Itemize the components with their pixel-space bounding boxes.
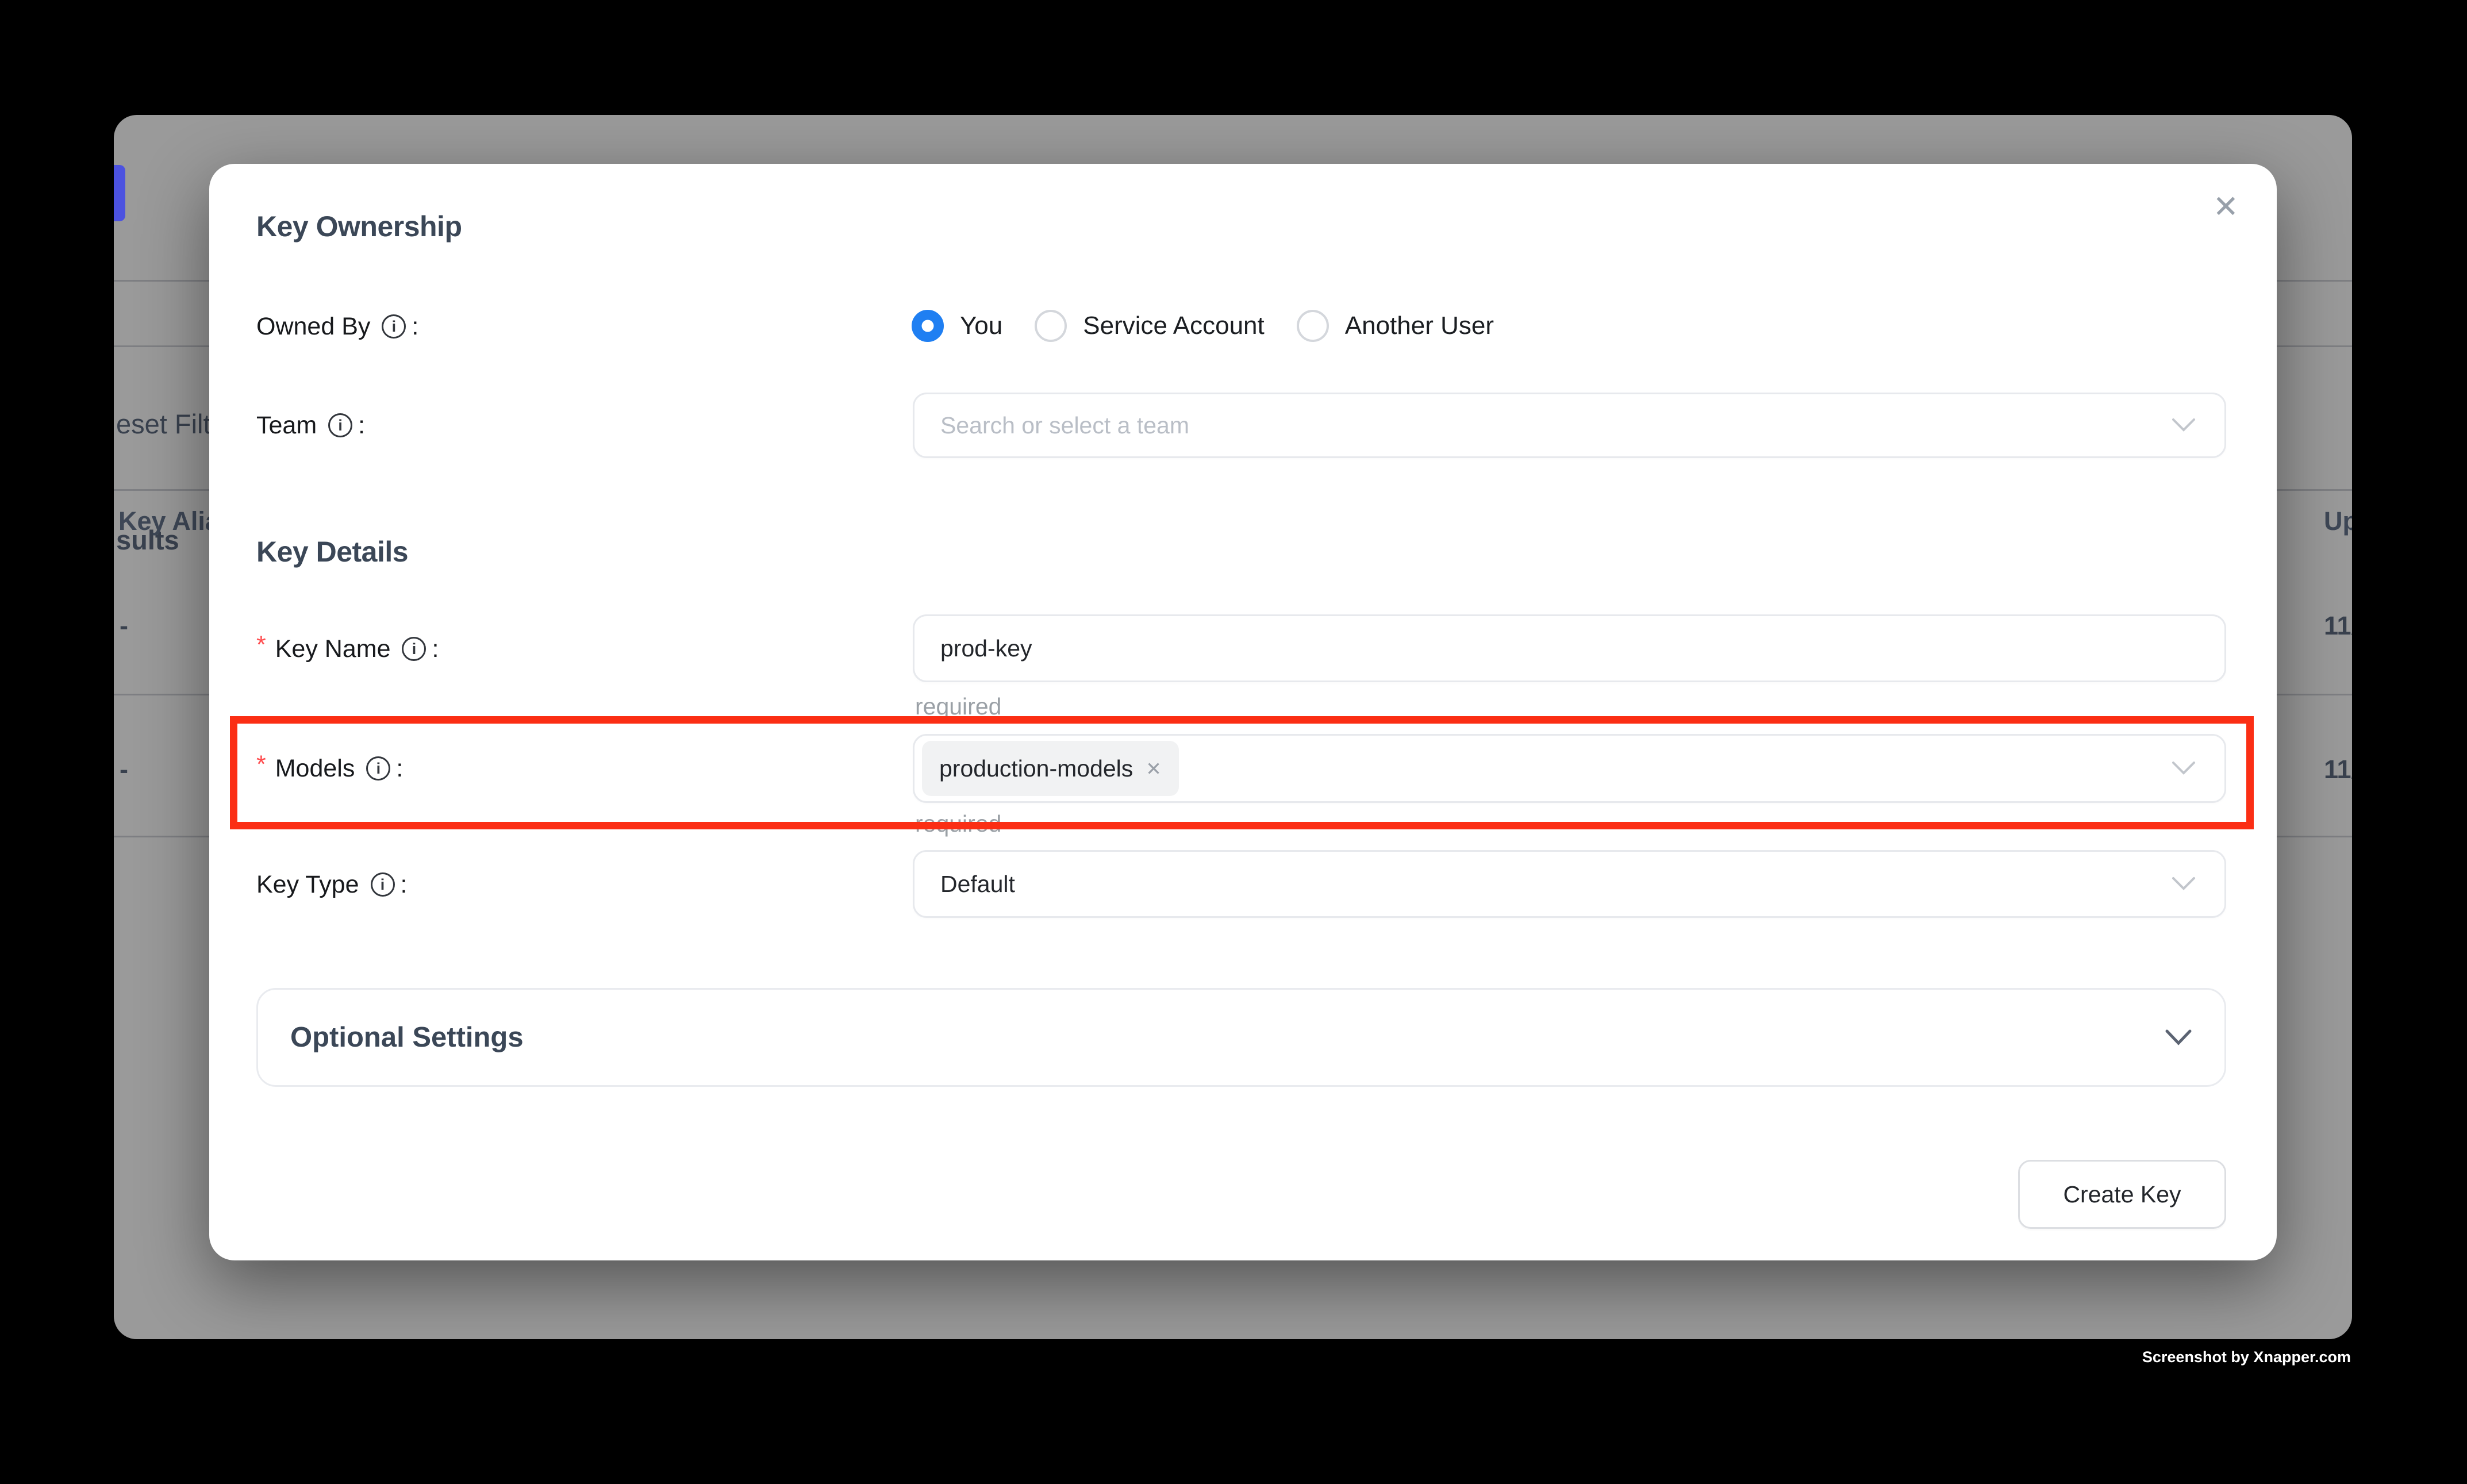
chevron-down-icon xyxy=(2172,418,2196,433)
team-label: Team i : xyxy=(256,407,365,443)
key-ownership-heading: Key Ownership xyxy=(256,210,462,243)
models-label-text: Models xyxy=(275,755,355,783)
radio-option-another-user[interactable]: Another User xyxy=(1297,310,1494,342)
required-asterisk: * xyxy=(256,751,266,779)
radio-label: Another User xyxy=(1345,312,1494,340)
team-select[interactable]: Search or select a team xyxy=(913,393,2226,458)
optional-settings-toggle[interactable]: Optional Settings xyxy=(256,988,2226,1087)
chevron-down-icon xyxy=(2172,876,2196,891)
table-cell-alias: - xyxy=(120,755,128,784)
key-details-heading: Key Details xyxy=(256,535,408,568)
xnapper-watermark: Screenshot by Xnapper.com xyxy=(2142,1348,2351,1366)
radio-option-service-account[interactable]: Service Account xyxy=(1035,310,1265,342)
radio-unselected-icon[interactable] xyxy=(1035,310,1067,342)
team-label-text: Team xyxy=(256,412,317,440)
label-colon: : xyxy=(401,871,408,899)
chevron-down-icon xyxy=(2172,761,2196,776)
info-icon[interactable]: i xyxy=(328,413,352,437)
tag-remove-icon[interactable]: ✕ xyxy=(1146,758,1162,780)
label-colon: : xyxy=(396,755,403,783)
table-header-updated: Up xyxy=(2324,507,2352,536)
models-label: * Models i : xyxy=(256,751,403,786)
clipped-indigo-button-fragment xyxy=(114,165,125,221)
key-type-selected-value: Default xyxy=(940,871,1015,898)
key-name-input[interactable] xyxy=(940,635,2073,662)
info-icon[interactable]: i xyxy=(366,756,390,781)
key-name-label-text: Key Name xyxy=(275,635,391,663)
key-name-input-wrapper xyxy=(913,614,2226,682)
optional-settings-title: Optional Settings xyxy=(290,1021,524,1054)
label-colon: : xyxy=(412,313,418,341)
owned-by-label: Owned By i : xyxy=(256,309,418,344)
team-select-placeholder: Search or select a team xyxy=(940,412,1189,439)
selected-model-tag-text: production-models xyxy=(939,755,1133,782)
radio-option-you[interactable]: You xyxy=(912,310,1002,342)
info-icon[interactable]: i xyxy=(402,637,426,661)
close-icon[interactable]: ✕ xyxy=(2213,191,2239,222)
radio-unselected-icon[interactable] xyxy=(1297,310,1329,342)
key-type-label: Key Type i : xyxy=(256,867,407,902)
info-icon[interactable]: i xyxy=(382,314,406,339)
required-asterisk: * xyxy=(256,631,266,659)
table-header-key-alias: Key Alia xyxy=(118,507,220,536)
owned-by-radio-group: You Service Account Another User xyxy=(912,306,1494,346)
selected-model-tag: production-models ✕ xyxy=(922,741,1179,796)
key-name-validation-message: required xyxy=(915,693,1001,721)
label-colon: : xyxy=(432,635,439,663)
key-type-label-text: Key Type xyxy=(256,871,359,899)
radio-label: You xyxy=(960,312,1002,340)
radio-label: Service Account xyxy=(1083,312,1265,340)
owned-by-label-text: Owned By xyxy=(256,313,370,341)
key-type-select[interactable]: Default xyxy=(913,850,2226,918)
chevron-down-icon xyxy=(2165,1029,2192,1046)
models-validation-message: required xyxy=(915,810,1001,838)
screenshot-stage: eset Filt sults Key Alia Up - 11/ - 11/ … xyxy=(0,0,2467,1484)
reset-filters-button-fragment: eset Filt xyxy=(116,409,211,439)
models-multiselect[interactable]: production-models ✕ xyxy=(913,734,2226,803)
key-name-label: * Key Name i : xyxy=(256,631,439,667)
label-colon: : xyxy=(358,412,365,440)
create-key-modal: ✕ Key Ownership Owned By i : You Service… xyxy=(209,164,2277,1260)
radio-selected-icon[interactable] xyxy=(912,310,944,342)
table-cell-updated: 11/ xyxy=(2324,612,2352,640)
create-key-button[interactable]: Create Key xyxy=(2018,1160,2226,1229)
table-cell-updated: 11/ xyxy=(2324,755,2352,784)
table-cell-alias: - xyxy=(120,612,128,640)
info-icon[interactable]: i xyxy=(371,872,395,897)
